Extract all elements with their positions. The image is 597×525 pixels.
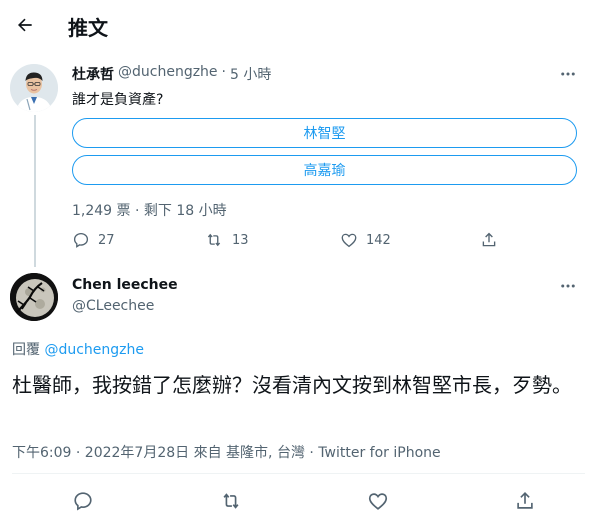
retweet-count: 13 — [232, 232, 249, 248]
poll-option-2[interactable]: 高嘉瑜 — [72, 155, 577, 185]
tweet-source[interactable]: Twitter for iPhone — [318, 445, 440, 461]
doctor-avatar-image — [10, 64, 58, 112]
more-icon — [561, 72, 575, 76]
like-count: 142 — [366, 232, 391, 248]
share-icon — [482, 232, 496, 247]
share-button[interactable] — [480, 231, 498, 249]
retweet-button[interactable]: 13 — [204, 231, 340, 249]
tweet-time[interactable]: 5 小時 — [230, 64, 271, 84]
more-options-button[interactable] — [556, 65, 580, 83]
reply-button[interactable]: 27 — [72, 231, 204, 249]
tweet-actions — [72, 490, 536, 512]
reply-prefix: 回覆 — [12, 342, 40, 358]
author-name[interactable]: 杜承哲 — [72, 64, 114, 84]
avatar[interactable] — [10, 273, 58, 321]
more-icon — [561, 284, 575, 288]
tweet-timestamp: 下午6:09 · 2022年7月28日 來自 基隆市, 台灣 · Twitter… — [12, 442, 441, 462]
reply-icon — [74, 492, 92, 511]
thread-connector-line — [34, 115, 36, 267]
page-title: 推文 — [68, 16, 108, 40]
like-button[interactable]: 142 — [340, 231, 480, 249]
retweet-icon — [207, 233, 221, 247]
divider — [12, 473, 585, 474]
author-name[interactable]: Chen leechee — [72, 277, 178, 293]
back-button[interactable] — [8, 8, 42, 42]
author-handle[interactable]: @duchengzhe — [118, 64, 218, 84]
poll-option-1[interactable]: 林智堅 — [72, 118, 577, 148]
retweet-icon — [223, 493, 239, 509]
tweet-text: 杜醫師，我按錯了怎麼辦？沒看清內文按到林智堅市長，歹勢。 — [12, 373, 572, 397]
heart-icon — [369, 493, 388, 510]
arrow-left-icon — [18, 18, 32, 32]
share-button[interactable] — [514, 490, 536, 512]
tweet-text: 誰才是負資產? — [72, 92, 164, 108]
author-handle[interactable]: @CLeechee — [72, 298, 154, 314]
tweet-actions: 27 13 142 — [72, 231, 498, 249]
reply-to-handle-link[interactable]: @duchengzhe — [44, 342, 144, 358]
heart-icon — [341, 233, 357, 248]
replying-to: 回覆 @duchengzhe — [12, 339, 144, 359]
retweet-button[interactable] — [219, 490, 243, 512]
page-header: 推文 — [0, 0, 597, 53]
poll-meta: 1,249 票 · 剩下 18 小時 — [72, 203, 227, 219]
timestamp-text[interactable]: 下午6:09 · 2022年7月28日 來自 基隆市, 台灣 · — [12, 445, 318, 461]
reply-count: 27 — [98, 232, 115, 248]
like-button[interactable] — [367, 490, 389, 512]
separator: · — [221, 64, 226, 80]
reply-icon — [73, 232, 89, 248]
avatar[interactable] — [10, 64, 58, 112]
moon-avatar-image — [10, 273, 58, 321]
tweet-header: 杜承哲 @duchengzhe · 5 小時 — [72, 64, 271, 84]
share-icon — [517, 492, 533, 509]
reply-button[interactable] — [72, 490, 94, 512]
more-options-button[interactable] — [556, 277, 580, 295]
